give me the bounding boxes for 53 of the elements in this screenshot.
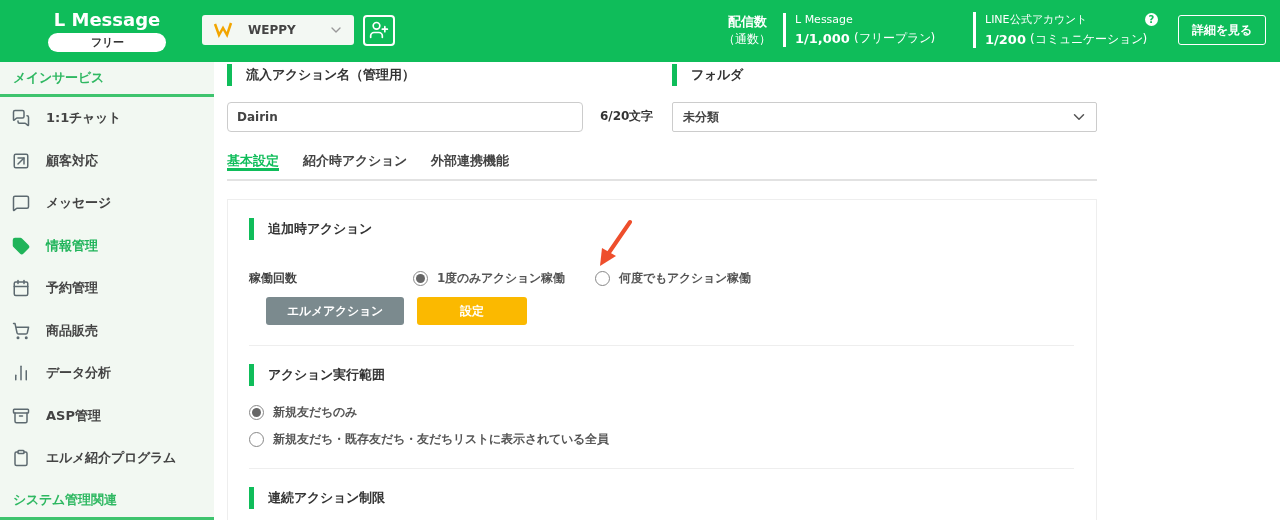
sidebar-item[interactable]: メッセージ bbox=[0, 182, 214, 225]
section-heading: 追加時アクション bbox=[249, 218, 1074, 240]
stat-plan: (コミュニケーション) bbox=[1029, 31, 1148, 48]
clipboard-icon bbox=[12, 449, 30, 468]
radio-label: 何度でもアクション稼働 bbox=[619, 270, 752, 287]
sidebar-item[interactable]: データ分析 bbox=[0, 352, 214, 395]
message-icon bbox=[12, 194, 30, 213]
tab[interactable]: 紹介時アクション bbox=[303, 152, 407, 171]
sidebar-section-title: メインサービス bbox=[0, 62, 214, 97]
action-button[interactable]: エルメアクション bbox=[266, 297, 404, 325]
folder-select[interactable]: 未分類 bbox=[672, 102, 1097, 132]
stat-count: 1/200 bbox=[985, 32, 1026, 47]
app-title: L Message bbox=[53, 8, 161, 30]
radio-icon[interactable] bbox=[595, 271, 611, 286]
stat-count: 1/1,000 bbox=[795, 31, 850, 46]
plan-badge: フリー bbox=[48, 32, 166, 52]
radio-option[interactable]: 新規友だちのみ bbox=[249, 404, 357, 421]
sidebar-item[interactable]: 顧客対応 bbox=[0, 139, 214, 182]
char-count: 6/20文字 bbox=[599, 108, 655, 125]
stat-label: LINE公式アカウント bbox=[985, 12, 1087, 27]
calendar-icon bbox=[12, 279, 30, 298]
section-heading: 連続アクション制限 bbox=[249, 487, 1074, 509]
tab[interactable]: 外部連携機能 bbox=[431, 152, 509, 171]
section-heading: アクション実行範囲 bbox=[249, 364, 1074, 386]
chat-icon bbox=[12, 109, 30, 128]
field-heading: 流入アクション名（管理用） bbox=[227, 64, 583, 86]
stat-plan: (フリープラン) bbox=[853, 30, 936, 47]
name-input[interactable]: Dairin bbox=[227, 102, 583, 132]
cart-icon bbox=[12, 321, 30, 340]
stat-label: 配信数 bbox=[727, 12, 767, 31]
bar-chart-icon bbox=[12, 364, 30, 383]
tag-icon bbox=[12, 236, 30, 255]
sidebar-item[interactable]: 予約管理 bbox=[0, 267, 214, 310]
sidebar-item[interactable]: エルメ紹介プログラム bbox=[0, 437, 214, 480]
radio-icon[interactable] bbox=[249, 405, 264, 420]
add-user-button[interactable] bbox=[363, 14, 395, 46]
field-label: 稼働回数 bbox=[249, 270, 298, 287]
sidebar-item[interactable]: 1:1チャット bbox=[0, 97, 214, 140]
radio-icon[interactable] bbox=[413, 271, 428, 286]
stat-label: L Message bbox=[795, 13, 854, 26]
field-heading: フォルダ bbox=[672, 64, 1097, 86]
stat-sublabel: （通数） bbox=[723, 30, 771, 48]
radio-option[interactable]: 何度でもアクション稼働 bbox=[595, 270, 752, 287]
add-user-icon bbox=[369, 20, 389, 40]
archive-icon bbox=[12, 406, 30, 425]
sidebar-item[interactable]: ASP管理 bbox=[0, 394, 214, 437]
account-dropdown[interactable]: WEPPY bbox=[202, 15, 354, 45]
sidebar-section-title: システム管理関連 bbox=[0, 483, 214, 520]
radio-label: 1度のみアクション稼働 bbox=[437, 270, 566, 287]
radio-label: 新規友だちのみ bbox=[273, 404, 357, 421]
radio-icon[interactable] bbox=[249, 432, 264, 447]
sidebar-item[interactable]: 商品販売 bbox=[0, 309, 214, 352]
radio-option[interactable]: 1度のみアクション稼働 bbox=[413, 270, 566, 287]
